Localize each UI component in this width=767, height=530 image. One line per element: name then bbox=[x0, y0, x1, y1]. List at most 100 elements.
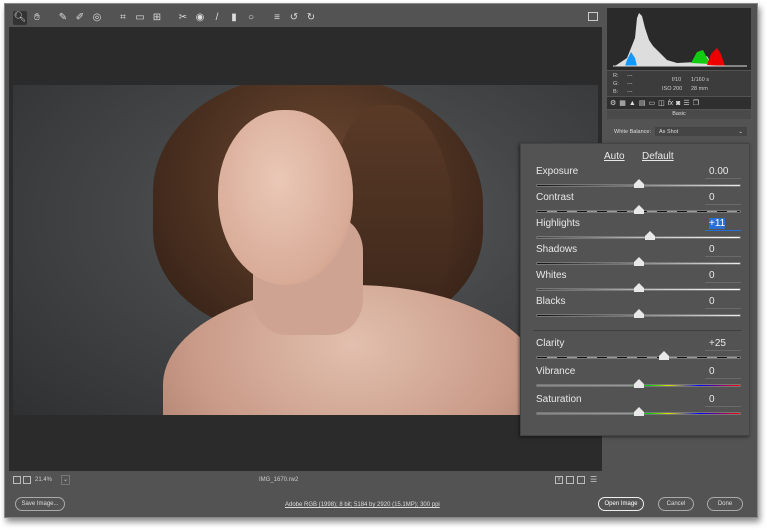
shutter-speed: 1/160 s bbox=[691, 77, 710, 83]
slider-value: 0.00 bbox=[709, 166, 729, 177]
slider-thumb[interactable] bbox=[633, 205, 644, 214]
white-balance-row: White Balance: As Shot ⌄ bbox=[614, 127, 747, 136]
slider-clarity: Clarity +25 bbox=[536, 338, 741, 364]
compare-view-icon[interactable] bbox=[23, 476, 31, 484]
filename: IMG_1670.rw2 bbox=[259, 477, 299, 483]
split-toning-tab-icon[interactable]: ▭ bbox=[648, 99, 655, 107]
lens-tab-icon[interactable]: ◫ bbox=[658, 99, 665, 107]
adjustment-brush-icon[interactable]: / bbox=[210, 11, 224, 25]
effects-tab-icon[interactable]: fx bbox=[668, 100, 673, 107]
white-balance-select[interactable]: As Shot ⌄ bbox=[655, 127, 747, 136]
slider-contrast: Contrast 0 bbox=[536, 192, 741, 218]
straighten-icon[interactable]: ▭ bbox=[133, 11, 147, 25]
done-button[interactable]: Done bbox=[707, 497, 743, 511]
slider-thumb[interactable] bbox=[633, 379, 644, 388]
presets-list-icon[interactable]: ≡ bbox=[270, 11, 284, 25]
aperture: f/10 bbox=[672, 77, 682, 83]
b-label: B: bbox=[613, 89, 619, 95]
basic-tab-icon[interactable]: ⚙ bbox=[610, 99, 616, 107]
slider-blacks: Blacks 0 bbox=[536, 296, 741, 322]
slider-value-field[interactable]: 0 bbox=[705, 366, 741, 379]
snapshots-tab-icon[interactable]: ❐ bbox=[693, 99, 699, 107]
slider-thumb[interactable] bbox=[633, 283, 644, 292]
open-image-button[interactable]: Open Image bbox=[598, 497, 644, 511]
slider-shadows: Shadows 0 bbox=[536, 244, 741, 270]
auto-link[interactable]: Auto bbox=[604, 151, 625, 162]
save-image-button[interactable]: Save Image... bbox=[15, 497, 65, 511]
swap-icon[interactable] bbox=[566, 476, 574, 484]
settings-icon[interactable]: ☰ bbox=[590, 475, 597, 484]
slider-value-field[interactable]: 0 bbox=[705, 296, 741, 309]
zoom-level[interactable]: 21.4% bbox=[35, 477, 52, 483]
rotate-right-icon[interactable]: ↻ bbox=[304, 11, 318, 25]
white-balance-icon[interactable]: ✎ bbox=[56, 11, 70, 25]
slider-value: 0 bbox=[709, 192, 715, 203]
slider-value-field[interactable]: +11 bbox=[705, 218, 741, 231]
radial-filter-icon[interactable]: ○ bbox=[244, 11, 258, 25]
fullscreen-icon[interactable] bbox=[588, 12, 598, 21]
default-link[interactable]: Default bbox=[642, 151, 674, 162]
g-value: --- bbox=[627, 81, 633, 87]
slider-value-field[interactable]: 0 bbox=[705, 244, 741, 257]
g-label: G: bbox=[613, 81, 619, 87]
cancel-button[interactable]: Cancel bbox=[658, 497, 694, 511]
slider-value: 0 bbox=[709, 244, 715, 255]
transform-icon[interactable]: ⊞ bbox=[150, 11, 164, 25]
slider-value: +25 bbox=[709, 338, 726, 349]
before-after-y-icon[interactable]: Y bbox=[555, 476, 563, 484]
histogram-graph bbox=[613, 13, 747, 67]
spot-removal-icon[interactable]: ✂ bbox=[176, 11, 190, 25]
tone-curve-tab-icon[interactable]: ▦ bbox=[619, 99, 626, 107]
hsl-tab-icon[interactable]: ▤ bbox=[639, 99, 646, 107]
camera-calibration-tab-icon[interactable]: ◙ bbox=[676, 100, 680, 107]
red-eye-icon[interactable]: ◉ bbox=[193, 11, 207, 25]
slider-label: Clarity bbox=[536, 338, 565, 349]
presets-tab-icon[interactable]: ☰ bbox=[683, 99, 689, 107]
slider-saturation: Saturation 0 bbox=[536, 394, 741, 420]
slider-value: +11 bbox=[709, 218, 726, 229]
slider-label: Blacks bbox=[536, 296, 566, 307]
chevron-down-icon: ⌄ bbox=[738, 129, 743, 135]
detail-tab-icon[interactable]: ▲ bbox=[629, 100, 636, 107]
color-sampler-icon[interactable]: ✐ bbox=[73, 11, 87, 25]
slider-track[interactable] bbox=[536, 356, 741, 359]
camera-info: R: --- G: --- B: --- f/10 1/160 s ISO 200 28 … bbox=[607, 71, 751, 96]
hand-icon[interactable]: ✋︎ bbox=[30, 11, 44, 25]
copy-icon[interactable] bbox=[577, 476, 585, 484]
workflow-options-link[interactable]: Adobe RGB (1998); 8 bit; 5184 by 2920 (1… bbox=[285, 502, 440, 508]
slider-label: Shadows bbox=[536, 244, 578, 255]
camera-raw-window: 🔍︎ ✋︎ ✎ ✐ ◎ ⌗ ▭ ⊞ ✂ ◉ / ▮ ○ ≡ ↺ ↻ 21.4% ⌄ IMG_1670.rw2 … bbox=[4, 3, 758, 518]
slider-thumb[interactable] bbox=[644, 231, 655, 240]
crop-icon[interactable]: ⌗ bbox=[116, 11, 130, 25]
slider-thumb[interactable] bbox=[633, 257, 644, 266]
divider bbox=[533, 330, 741, 331]
slider-label: Exposure bbox=[536, 166, 579, 177]
slider-label: Highlights bbox=[536, 218, 580, 229]
rotate-left-icon[interactable]: ↺ bbox=[287, 11, 301, 25]
zoom-dropdown[interactable]: ⌄ bbox=[61, 475, 70, 485]
slider-thumb[interactable] bbox=[633, 309, 644, 318]
slider-value-field[interactable]: +25 bbox=[705, 338, 741, 351]
toolbar: 🔍︎ ✋︎ ✎ ✐ ◎ ⌗ ▭ ⊞ ✂ ◉ / ▮ ○ ≡ ↺ ↻ bbox=[9, 8, 602, 27]
status-bar: 21.4% ⌄ IMG_1670.rw2 Y ☰ bbox=[9, 472, 602, 489]
slider-track[interactable] bbox=[536, 236, 741, 239]
white-balance-value: As Shot bbox=[659, 129, 679, 135]
graduated-filter-icon[interactable]: ▮ bbox=[227, 11, 241, 25]
zoom-icon[interactable]: 🔍︎ bbox=[13, 10, 27, 25]
slider-exposure: Exposure 0.00 bbox=[536, 166, 741, 192]
preview-area[interactable] bbox=[9, 27, 602, 471]
slider-whites: Whites 0 bbox=[536, 270, 741, 296]
slider-value-field[interactable]: 0 bbox=[705, 394, 741, 407]
slider-thumb[interactable] bbox=[659, 351, 670, 360]
single-view-icon[interactable] bbox=[13, 476, 21, 484]
slider-value-field[interactable]: 0.00 bbox=[705, 166, 741, 179]
slider-value-field[interactable]: 0 bbox=[705, 192, 741, 205]
slider-vibrance: Vibrance 0 bbox=[536, 366, 741, 392]
slider-thumb[interactable] bbox=[633, 407, 644, 416]
slider-value-field[interactable]: 0 bbox=[705, 270, 741, 283]
footer: Save Image... Adobe RGB (1998); 8 bit; 5… bbox=[5, 494, 759, 518]
slider-value: 0 bbox=[709, 270, 715, 281]
iso: ISO 200 bbox=[662, 86, 683, 92]
target-adjust-icon[interactable]: ◎ bbox=[90, 11, 104, 25]
slider-thumb[interactable] bbox=[633, 179, 644, 188]
